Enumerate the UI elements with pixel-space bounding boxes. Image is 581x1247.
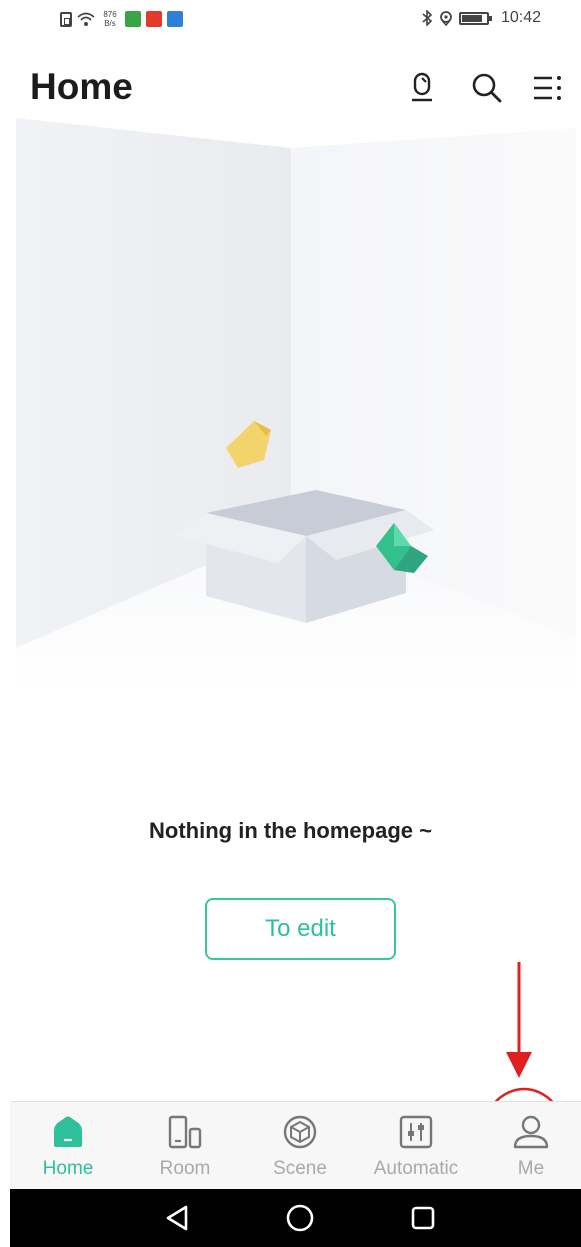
back-button[interactable] [160, 1201, 194, 1235]
back-triangle-icon [166, 1205, 188, 1231]
tab-label: Home [42, 1158, 94, 1179]
status-left: 876 B/s [60, 10, 183, 28]
speed-value: 876 [103, 10, 117, 19]
empty-box-illustration [16, 118, 576, 698]
network-speed: 876 B/s [100, 10, 120, 28]
menu-button[interactable] [530, 70, 566, 106]
tab-label: Automatic [373, 1158, 459, 1179]
system-navigation-bar [10, 1189, 581, 1247]
tab-scene[interactable]: Scene [245, 1102, 355, 1190]
device-button[interactable] [404, 70, 440, 106]
status-bar: 876 B/s 10:42 [0, 0, 581, 42]
home-circle-icon [286, 1204, 314, 1232]
page-title: Home [30, 66, 133, 107]
recents-button[interactable] [406, 1201, 440, 1235]
home-icon [48, 1112, 88, 1152]
recents-square-icon [411, 1206, 435, 1230]
tab-label: Me [517, 1158, 545, 1179]
status-right: 10:42 [421, 9, 541, 27]
bluetooth-icon [422, 10, 433, 26]
room-icon [165, 1112, 205, 1152]
home-nav-button[interactable] [283, 1201, 317, 1235]
tab-room[interactable]: Room [130, 1102, 240, 1190]
tab-home[interactable]: Home [13, 1102, 123, 1190]
speed-unit: B/s [104, 19, 116, 28]
scene-icon [280, 1112, 320, 1152]
search-button[interactable] [469, 70, 505, 106]
app-notification-icon [146, 11, 162, 27]
app-notification-icon [125, 11, 141, 27]
user-icon [511, 1112, 551, 1152]
tab-automatic[interactable]: Automatic [361, 1102, 471, 1190]
tab-me[interactable]: Me [476, 1102, 581, 1190]
automatic-icon [396, 1112, 436, 1152]
app-notification-icon [167, 11, 183, 27]
app-header: Home [0, 60, 581, 120]
status-time: 10:42 [500, 9, 541, 26]
tab-label: Room [159, 1158, 211, 1179]
to-edit-button[interactable]: To edit [205, 898, 396, 960]
search-icon [472, 73, 502, 103]
bottom-tab-bar: Home Room Scene Automatic Me [10, 1101, 581, 1189]
sim-card-icon [60, 11, 72, 27]
tab-label: Scene [273, 1158, 327, 1179]
battery-icon [458, 11, 492, 25]
empty-state-message: Nothing in the homepage ~ [149, 818, 432, 843]
device-icon [412, 72, 432, 102]
wifi-icon [77, 12, 95, 26]
menu-icon [534, 76, 561, 100]
location-icon [440, 11, 452, 26]
